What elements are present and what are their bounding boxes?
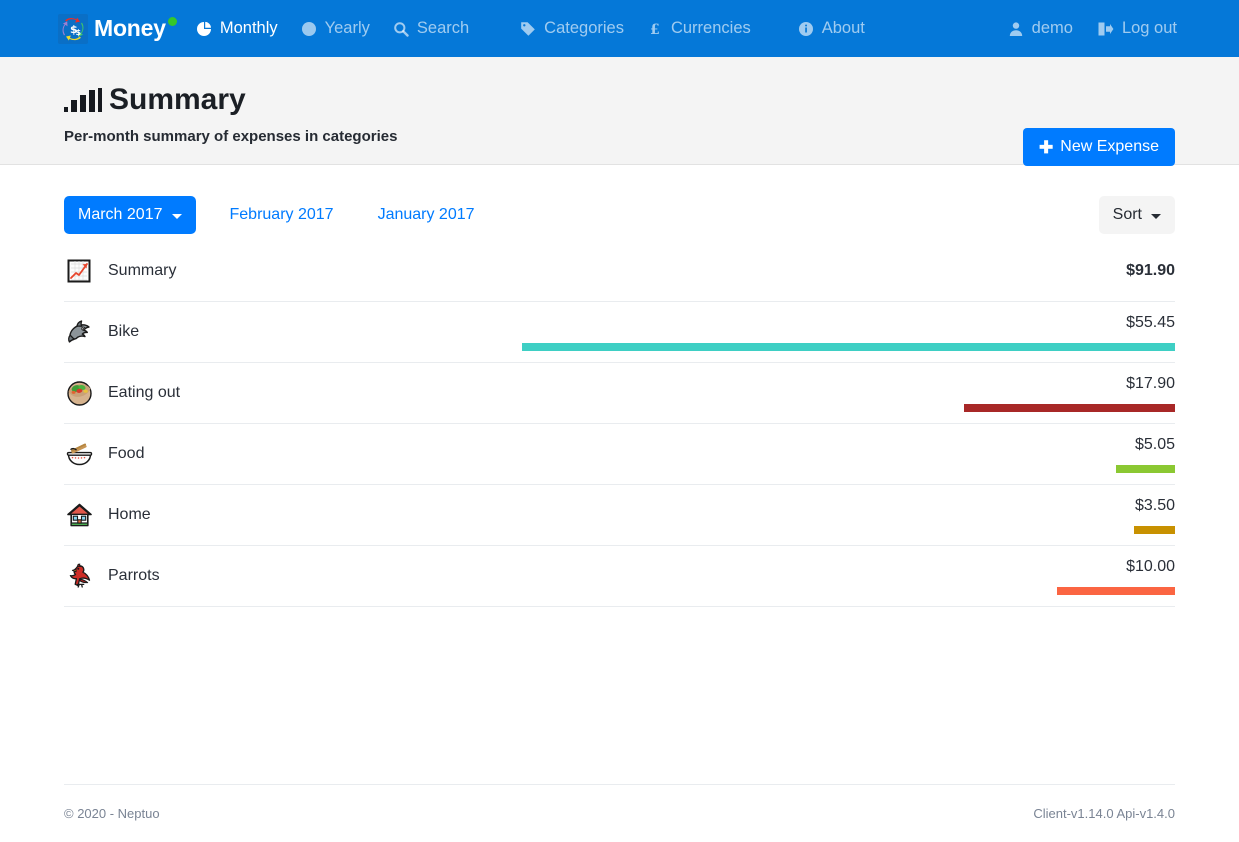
tab-month-february[interactable]: February 2017 bbox=[220, 196, 344, 234]
nav-item-currencies[interactable]: £ Currencies bbox=[646, 20, 751, 38]
page-title-text: Summary bbox=[109, 83, 246, 116]
category-row-amount: $3.50 bbox=[1134, 497, 1175, 514]
sort-button-label: Sort bbox=[1112, 206, 1142, 223]
nav-item-about-label: About bbox=[821, 19, 865, 38]
summary-row[interactable]: Summary $91.90 bbox=[64, 241, 1175, 302]
page-subtitle: Per-month summary of expenses in categor… bbox=[64, 128, 398, 145]
pound-sterling-icon: £ bbox=[646, 20, 664, 38]
table-row[interactable]: Bike $55.45 bbox=[64, 302, 1175, 363]
nav-item-yearly[interactable]: Yearly bbox=[300, 20, 370, 38]
nav-item-search[interactable]: Search bbox=[392, 20, 469, 38]
plus-icon: ✚ bbox=[1039, 137, 1054, 157]
summary-row-amount: $91.90 bbox=[1126, 262, 1175, 279]
category-bar bbox=[1057, 587, 1175, 595]
nav-item-currencies-label: Currencies bbox=[670, 19, 751, 38]
new-expense-button[interactable]: ✚ New Expense bbox=[1023, 128, 1175, 166]
app-window: $ $ Money Monthly Yearly Search Categori… bbox=[0, 0, 1239, 842]
page-title: Summary bbox=[64, 85, 1175, 115]
currency-exchange-icon: $ $ bbox=[58, 13, 88, 44]
brand-status-badge bbox=[167, 17, 177, 26]
nav-item-logout-label: Log out bbox=[1121, 19, 1177, 38]
footer-versions: Client-v1.14.0 Api-v1.4.0 bbox=[1033, 806, 1175, 821]
top-navbar: $ $ Money Monthly Yearly Search Categori… bbox=[0, 0, 1239, 57]
category-row-label: Bike bbox=[108, 323, 140, 340]
pie-chart-icon bbox=[195, 20, 213, 38]
nav-item-logout[interactable]: Log out bbox=[1097, 20, 1177, 38]
nav-items: Monthly Yearly Search Categories £ Curre… bbox=[195, 20, 887, 38]
steaming-bowl-icon bbox=[64, 439, 94, 469]
category-row-amount: $17.90 bbox=[1126, 375, 1175, 392]
category-row-left: Bike bbox=[64, 317, 139, 347]
nav-item-monthly[interactable]: Monthly bbox=[195, 20, 278, 38]
table-row[interactable]: Eating out $17.90 bbox=[64, 363, 1175, 424]
sign-out-icon bbox=[1097, 20, 1115, 38]
nav-item-search-label: Search bbox=[416, 19, 470, 38]
category-bar bbox=[964, 404, 1175, 412]
magnifier-icon bbox=[392, 20, 410, 38]
circle-icon bbox=[300, 20, 318, 38]
table-row[interactable]: Food $5.05 bbox=[64, 424, 1175, 485]
svg-text:$: $ bbox=[76, 28, 82, 37]
main-content: March 2017 February 2017 January 2017 So… bbox=[0, 165, 1239, 607]
category-row-label: Parrots bbox=[108, 567, 160, 584]
table-row[interactable]: Home $3.50 bbox=[64, 485, 1175, 546]
nav-item-monthly-label: Monthly bbox=[219, 19, 278, 38]
bird-icon bbox=[64, 561, 94, 591]
category-list: Summary $91.90 Bike $55.45 Eating out $1… bbox=[64, 241, 1175, 607]
month-toolbar: March 2017 February 2017 January 2017 So… bbox=[64, 165, 1175, 241]
summary-row-left: Summary bbox=[64, 256, 176, 286]
nav-item-categories-label: Categories bbox=[544, 19, 624, 38]
category-row-left: Food bbox=[64, 439, 144, 469]
tag-icon bbox=[519, 20, 537, 38]
page-footer: © 2020 - Neptuo Client-v1.14.0 Api-v1.4.… bbox=[64, 784, 1175, 842]
category-row-amount: $55.45 bbox=[1126, 314, 1175, 331]
summary-row-label: Summary bbox=[108, 262, 177, 279]
info-circle-icon bbox=[797, 20, 815, 38]
new-expense-button-label: New Expense bbox=[1060, 138, 1159, 155]
category-row-label: Food bbox=[108, 445, 145, 462]
category-row-label: Home bbox=[108, 506, 151, 523]
category-row-label: Eating out bbox=[108, 384, 181, 401]
tab-month-active[interactable]: March 2017 bbox=[64, 196, 196, 234]
stuffed-flatbread-icon bbox=[64, 378, 94, 408]
category-bar bbox=[522, 343, 1175, 351]
nav-item-user[interactable]: demo bbox=[1007, 20, 1073, 38]
user-icon bbox=[1007, 20, 1025, 38]
table-row[interactable]: Parrots $10.00 bbox=[64, 546, 1175, 607]
category-bar bbox=[1116, 465, 1175, 473]
chevron-down-icon bbox=[1151, 213, 1161, 219]
nav-item-yearly-label: Yearly bbox=[324, 19, 370, 38]
tab-month-active-label: March 2017 bbox=[78, 206, 163, 223]
sort-button[interactable]: Sort bbox=[1098, 196, 1175, 234]
chart-increasing-icon bbox=[64, 256, 94, 286]
category-bar bbox=[1134, 526, 1175, 534]
tab-month-january[interactable]: January 2017 bbox=[368, 196, 485, 234]
category-row-amount: $5.05 bbox=[1134, 436, 1175, 453]
svg-text:£: £ bbox=[650, 22, 660, 37]
brand-link[interactable]: $ $ Money bbox=[58, 13, 177, 44]
brand-label: Money bbox=[94, 15, 166, 41]
nav-item-user-label: demo bbox=[1031, 19, 1073, 38]
page-header: Summary Per-month summary of expenses in… bbox=[0, 57, 1239, 166]
category-row-left: Eating out bbox=[64, 378, 180, 408]
category-row-left: Parrots bbox=[64, 561, 160, 591]
category-row-left: Home bbox=[64, 500, 151, 530]
nav-right-items: demo Log out bbox=[983, 20, 1177, 38]
chevron-down-icon bbox=[171, 213, 182, 219]
nav-item-categories[interactable]: Categories bbox=[519, 20, 624, 38]
house-icon bbox=[64, 500, 94, 530]
shark-icon bbox=[64, 317, 94, 347]
bar-chart-icon bbox=[64, 88, 102, 112]
footer-copyright: © 2020 - Neptuo bbox=[64, 806, 160, 821]
nav-item-about[interactable]: About bbox=[797, 20, 865, 38]
category-row-amount: $10.00 bbox=[1126, 558, 1175, 575]
